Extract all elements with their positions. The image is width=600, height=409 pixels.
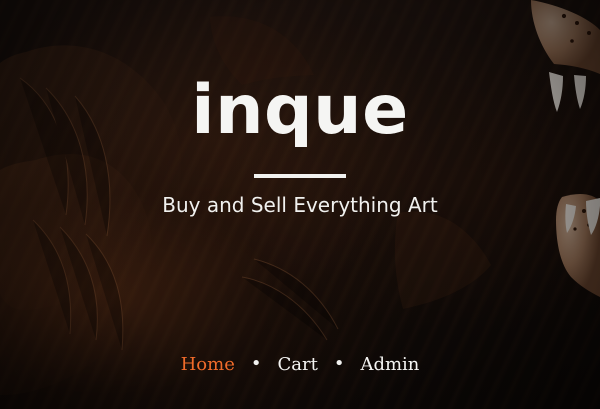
nav-separator-dot: •: [333, 353, 345, 374]
hero-section: inque Buy and Sell Everything Art Home •…: [0, 0, 600, 409]
primary-navigation: Home • Cart • Admin: [0, 353, 600, 374]
site-tagline: Buy and Sell Everything Art: [162, 193, 438, 217]
site-logo-title: inque: [191, 71, 409, 150]
nav-link-admin[interactable]: Admin: [360, 356, 419, 374]
nav-separator-dot: •: [250, 353, 262, 374]
nav-link-cart[interactable]: Cart: [277, 356, 317, 374]
title-divider: [254, 174, 346, 178]
nav-link-home[interactable]: Home: [181, 356, 235, 374]
